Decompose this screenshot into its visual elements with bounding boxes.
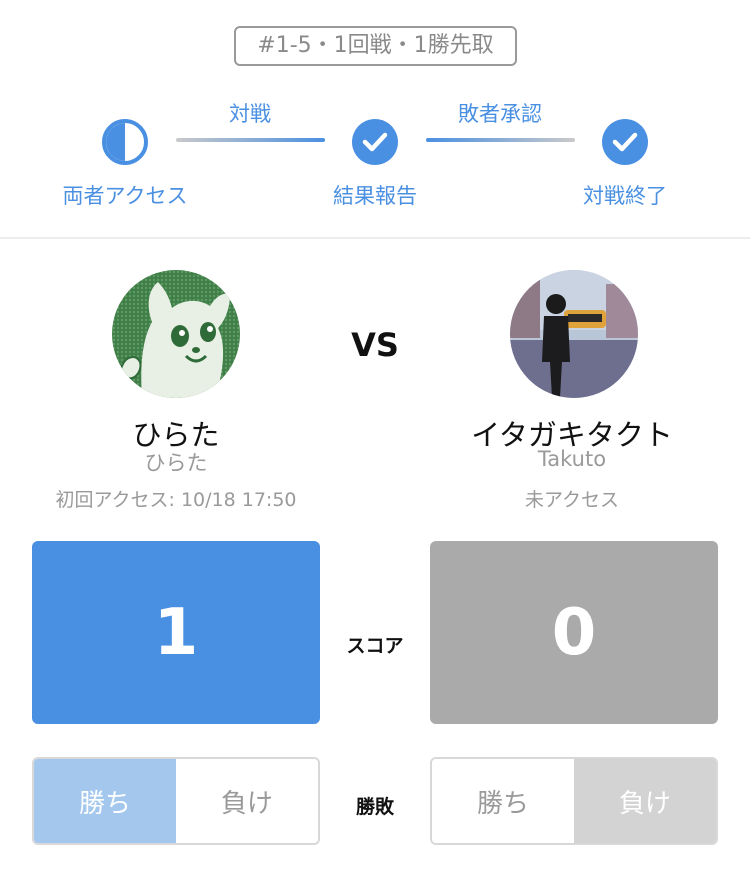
progress-connector-2: [426, 138, 575, 142]
avatar-left: [112, 270, 240, 398]
win-button-right[interactable]: 勝ち: [432, 759, 574, 843]
section-divider: [0, 237, 750, 239]
score-box-left[interactable]: 1: [32, 541, 320, 724]
lose-button-left[interactable]: 負け: [176, 759, 318, 843]
score-label: スコア: [346, 635, 404, 657]
step-label-match-end: 対戦終了: [583, 184, 667, 208]
connector-label-loser-approval: 敗者承認: [458, 102, 542, 126]
step-label-both-access: 両者アクセス: [62, 184, 188, 208]
lose-button-right[interactable]: 負け: [574, 759, 716, 843]
result-toggle-left: 勝ち 負け: [32, 757, 320, 845]
access-status-right: 未アクセス: [524, 489, 620, 511]
half-circle-icon: [102, 119, 148, 165]
step-label-result-report: 結果報告: [333, 184, 417, 208]
connector-label-battle: 対戦: [229, 102, 271, 126]
check-circle-icon: [352, 119, 398, 165]
result-toggle-right: 勝ち 負け: [430, 757, 718, 845]
player-handle-right: Takuto: [537, 447, 607, 471]
player-handle-left: ひらた: [144, 451, 208, 475]
match-round-badge: #1-5・1回戦・1勝先取: [234, 26, 517, 66]
vs-label: VS: [351, 326, 399, 364]
progress-connector-1: [176, 138, 325, 142]
result-label: 勝敗: [355, 796, 394, 818]
access-status-left: 初回アクセス: 10/18 17:50: [55, 489, 297, 511]
avatar-right: [510, 270, 638, 398]
score-box-right[interactable]: 0: [430, 541, 718, 724]
win-button-left[interactable]: 勝ち: [34, 759, 176, 843]
check-circle-icon: [602, 119, 648, 165]
